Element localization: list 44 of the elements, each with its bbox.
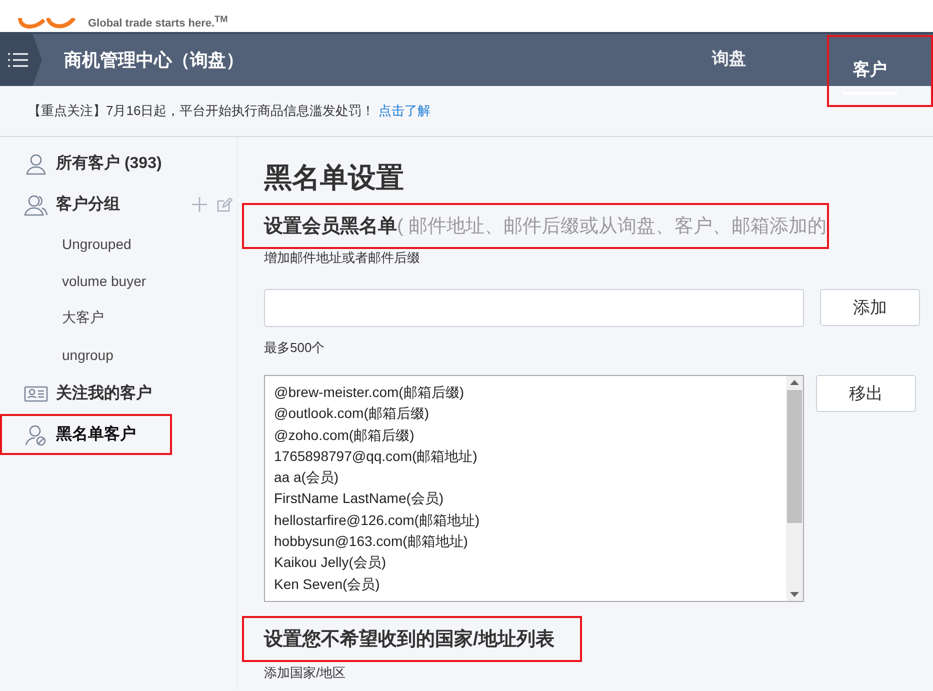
- limit-text: 最多500个: [264, 339, 326, 357]
- list-entry[interactable]: 1765898797@qq.com(邮箱地址): [274, 446, 786, 468]
- list-entry[interactable]: @outlook.com(邮箱后缀): [274, 403, 786, 425]
- list-entry[interactable]: @brew-meister.com(邮箱后缀): [274, 382, 786, 404]
- blacklist-listbox[interactable]: @brew-meister.com(邮箱后缀) @outlook.com(邮箱后缀) @zoho.com(邮箱后缀) 1765898797@qq.com(邮箱地址) aa a(会员) FirstName LastName(会员) hellostarfire@126.com(邮箱地址) hobbysun@163.com(邮箱地址) Kaikou Jelly(会员) Ken Seven(会员): [264, 375, 804, 602]
- brand-tagline: Global trade starts here.$^{TM}$: [88, 14, 228, 32]
- notice-text: 【重点关注】7月16日起，平台开始执行商品信息滥发处罚！: [28, 102, 375, 120]
- sidebar-item[interactable]: 关注我的客户: [56, 383, 152, 404]
- user-blocked-icon: [24, 422, 48, 446]
- notice-link[interactable]: 点击了解: [378, 102, 431, 120]
- group-item[interactable]: ungroup: [0, 336, 237, 373]
- list-entry[interactable]: Kaikou Jelly(会员): [274, 552, 786, 574]
- add-button[interactable]: 添加: [820, 289, 920, 326]
- users-icon: [24, 192, 48, 216]
- page-title: 黑名单设置: [264, 161, 405, 195]
- section-title: 设置您不希望收到的国家/地址列表: [264, 628, 554, 652]
- list-entry[interactable]: hobbysun@163.com(邮箱地址): [274, 531, 786, 552]
- list-entry[interactable]: @zoho.com(邮箱后缀): [274, 424, 786, 446]
- menu-button[interactable]: [0, 34, 42, 86]
- user-icon: [24, 152, 48, 176]
- section-note: ( 邮件地址、邮件后缀或从询盘、客户、邮箱添加的: [397, 215, 827, 239]
- field-label: 添加国家/地区: [264, 664, 347, 682]
- list-entry[interactable]: Ken Seven(会员): [274, 574, 786, 595]
- remove-button[interactable]: 移出: [816, 375, 916, 412]
- group-item[interactable]: 大客户: [0, 299, 237, 336]
- nav-tab[interactable]: 询盘: [702, 36, 756, 84]
- sidebar-item[interactable]: 所有客户 (393): [56, 153, 162, 174]
- menu-icon: [8, 52, 28, 68]
- section-title: 设置会员黑名单: [264, 215, 397, 239]
- sidebar-item[interactable]: 客户分组: [56, 194, 120, 215]
- field-label: 增加邮件地址或者邮件后缀: [264, 249, 421, 267]
- scrollbar[interactable]: [786, 376, 803, 601]
- list-entry[interactable]: hellostarfire@126.com(邮箱地址): [274, 510, 786, 532]
- list-entry[interactable]: FirstName LastName(会员): [274, 488, 786, 510]
- nav-tab[interactable]: 客户: [843, 47, 897, 95]
- group-item[interactable]: volume buyer: [0, 262, 237, 299]
- app-title: 商机管理中心（询盘）: [64, 49, 245, 72]
- group-item[interactable]: Ungrouped: [0, 225, 237, 262]
- scrollbar-thumb[interactable]: [787, 390, 802, 523]
- edit-icon[interactable]: [217, 198, 233, 212]
- list-entry[interactable]: aa a(会员): [274, 467, 786, 488]
- add-icon[interactable]: [192, 197, 207, 212]
- sidebar-item[interactable]: 黑名单客户: [56, 424, 136, 445]
- email-input-field[interactable]: [264, 289, 804, 327]
